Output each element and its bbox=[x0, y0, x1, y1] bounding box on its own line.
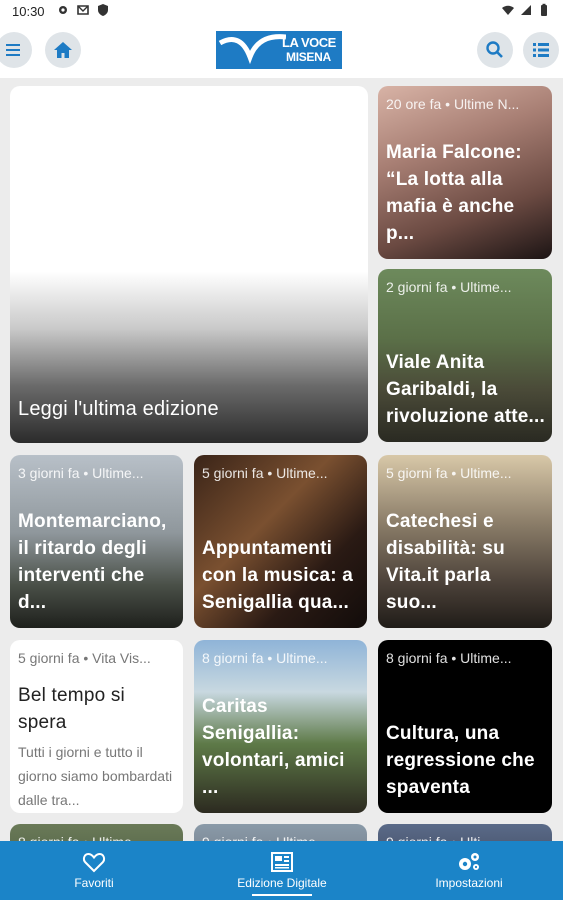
newspaper-icon bbox=[271, 852, 293, 872]
nav-favorites-label: Favoriti bbox=[74, 876, 114, 890]
article-title: Caritas Senigallia: volontari, amici ... bbox=[202, 696, 345, 798]
la-voce-misena-logo[interactable]: LA VOCE MISENA bbox=[216, 31, 342, 69]
status-bar: 10:30 bbox=[0, 0, 563, 22]
status-time: 10:30 bbox=[12, 4, 45, 19]
article-meta: 5 giorni fa • Ultime... bbox=[202, 465, 328, 481]
signal-icon bbox=[521, 5, 531, 15]
search-button[interactable] bbox=[477, 32, 513, 68]
mail-icon bbox=[77, 5, 89, 15]
wifi-icon bbox=[502, 5, 514, 15]
home-icon bbox=[54, 42, 72, 58]
shield-icon bbox=[98, 4, 108, 16]
article-meta: 20 ore fa • Ultime N... bbox=[386, 96, 520, 112]
hamburger-icon bbox=[6, 44, 20, 56]
article-card[interactable]: 2 giorni fa • Ultime... Viale Anita Gari… bbox=[378, 269, 552, 442]
heart-icon bbox=[82, 852, 106, 873]
article-card[interactable]: 3 giorni fa • Ultime... Montemarciano, i… bbox=[10, 455, 183, 628]
article-meta: 5 giorni fa • Ultime... bbox=[386, 465, 512, 481]
article-title: Maria Falcone: “La lotta alla mafia è an… bbox=[386, 142, 522, 244]
article-title: Appuntamenti con la musica: a Senigallia… bbox=[202, 538, 354, 613]
article-excerpt: Tutti i giorni e tutto il giorno siamo b… bbox=[18, 744, 173, 808]
nav-digital-edition-label: Edizione Digitale bbox=[237, 876, 327, 890]
battery-icon bbox=[541, 3, 547, 16]
nav-selected-indicator bbox=[252, 894, 312, 896]
nav-favorites[interactable]: Favoriti bbox=[0, 841, 188, 900]
search-icon bbox=[486, 41, 503, 58]
article-meta: 5 giorni fa • Vita Vis... bbox=[18, 650, 151, 666]
article-meta: 2 giorni fa • Ultime... bbox=[386, 279, 512, 295]
nav-digital-edition[interactable]: Edizione Digitale bbox=[188, 841, 376, 900]
article-title: Montemarciano, il ritardo degli interven… bbox=[18, 511, 167, 613]
article-card[interactable]: 5 giorni fa • Ultime... Catechesi e disa… bbox=[378, 455, 552, 628]
menu-button[interactable] bbox=[0, 32, 32, 68]
article-title: Bel tempo si spera bbox=[18, 685, 125, 733]
nav-settings-label: Impostazioni bbox=[435, 876, 503, 890]
logo-text-line1: LA VOCE bbox=[282, 35, 336, 50]
status-system-icons bbox=[501, 3, 551, 17]
article-title: Viale Anita Garibaldi, la rivoluzione at… bbox=[386, 352, 545, 427]
home-button[interactable] bbox=[45, 32, 81, 68]
status-notification-icons bbox=[56, 3, 110, 17]
article-meta: 8 giorni fa • Ultime... bbox=[202, 650, 328, 666]
article-meta: 8 giorni fa • Ultime... bbox=[386, 650, 512, 666]
article-card[interactable]: 8 giorni fa • Ultime... Caritas Senigall… bbox=[194, 640, 367, 813]
article-meta: 3 giorni fa • Ultime... bbox=[18, 465, 144, 481]
settings-gear-icon bbox=[59, 6, 67, 14]
app-bar: LA VOCE MISENA bbox=[0, 22, 563, 78]
article-title: Catechesi e disabilità: su Vita.it parla… bbox=[386, 511, 505, 613]
article-card[interactable]: 8 giorni fa • Ultime... Cultura, una reg… bbox=[378, 640, 552, 813]
logo-swoosh-icon bbox=[218, 34, 286, 65]
article-title: Cultura, una regressione che spaventa bbox=[386, 723, 535, 798]
article-card[interactable]: 5 giorni fa • Vita Vis... Bel tempo si s… bbox=[10, 640, 183, 813]
logo-text-line2: MISENA bbox=[286, 50, 331, 64]
bottom-navigation: Favoriti Edizione Digitale Impostazioni bbox=[0, 841, 563, 900]
list-icon bbox=[533, 43, 549, 57]
latest-edition-card[interactable]: Leggi l'ultima edizione bbox=[10, 86, 368, 443]
article-card[interactable]: 5 giorni fa • Ultime... Appuntamenti con… bbox=[194, 455, 367, 628]
list-view-button[interactable] bbox=[523, 32, 559, 68]
gears-icon bbox=[459, 853, 479, 870]
latest-edition-title: Leggi l'ultima edizione bbox=[18, 398, 219, 420]
article-card[interactable]: 20 ore fa • Ultime N... Maria Falcone: “… bbox=[378, 86, 552, 259]
nav-settings[interactable]: Impostazioni bbox=[375, 841, 563, 900]
